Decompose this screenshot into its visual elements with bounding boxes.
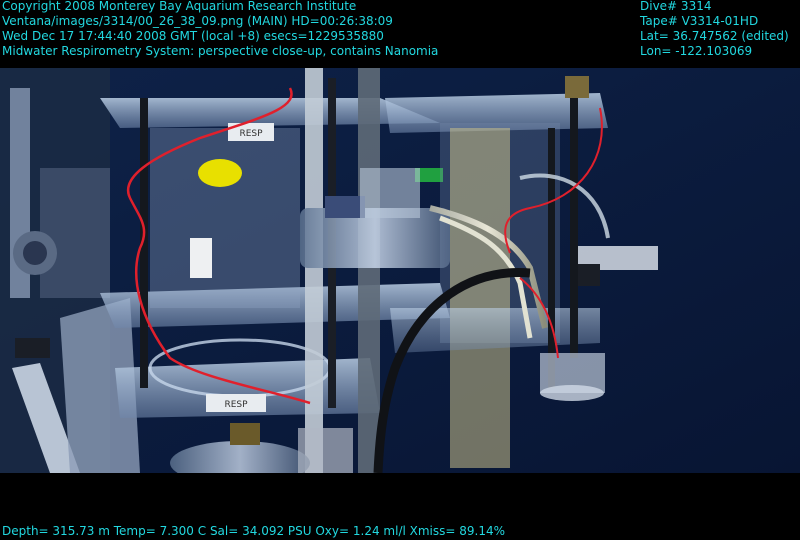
video-frame: Copyright 2008 Monterey Bay Aquarium Res… <box>0 0 800 540</box>
chamber-label-text: RESP <box>224 400 248 410</box>
blue-valve <box>325 196 365 218</box>
nanomia-siphonophore <box>450 128 510 468</box>
underwater-scene: RESP RESP <box>0 68 800 473</box>
left-chamber <box>150 128 300 308</box>
chamber-label-text: RESP <box>239 129 263 139</box>
sensor-readout-text: Depth= 315.73 m Temp= 7.300 C Sal= 34.09… <box>2 524 506 538</box>
bottom-spring <box>230 423 260 445</box>
respirometer-illustration: RESP RESP <box>0 68 800 473</box>
description-text: Midwater Respirometry System: perspectiv… <box>2 44 439 58</box>
center-mast <box>305 68 323 473</box>
yellow-float <box>198 159 242 187</box>
spring-fitting <box>565 76 589 98</box>
longitude-text: Lon= -122.103069 <box>640 44 753 58</box>
